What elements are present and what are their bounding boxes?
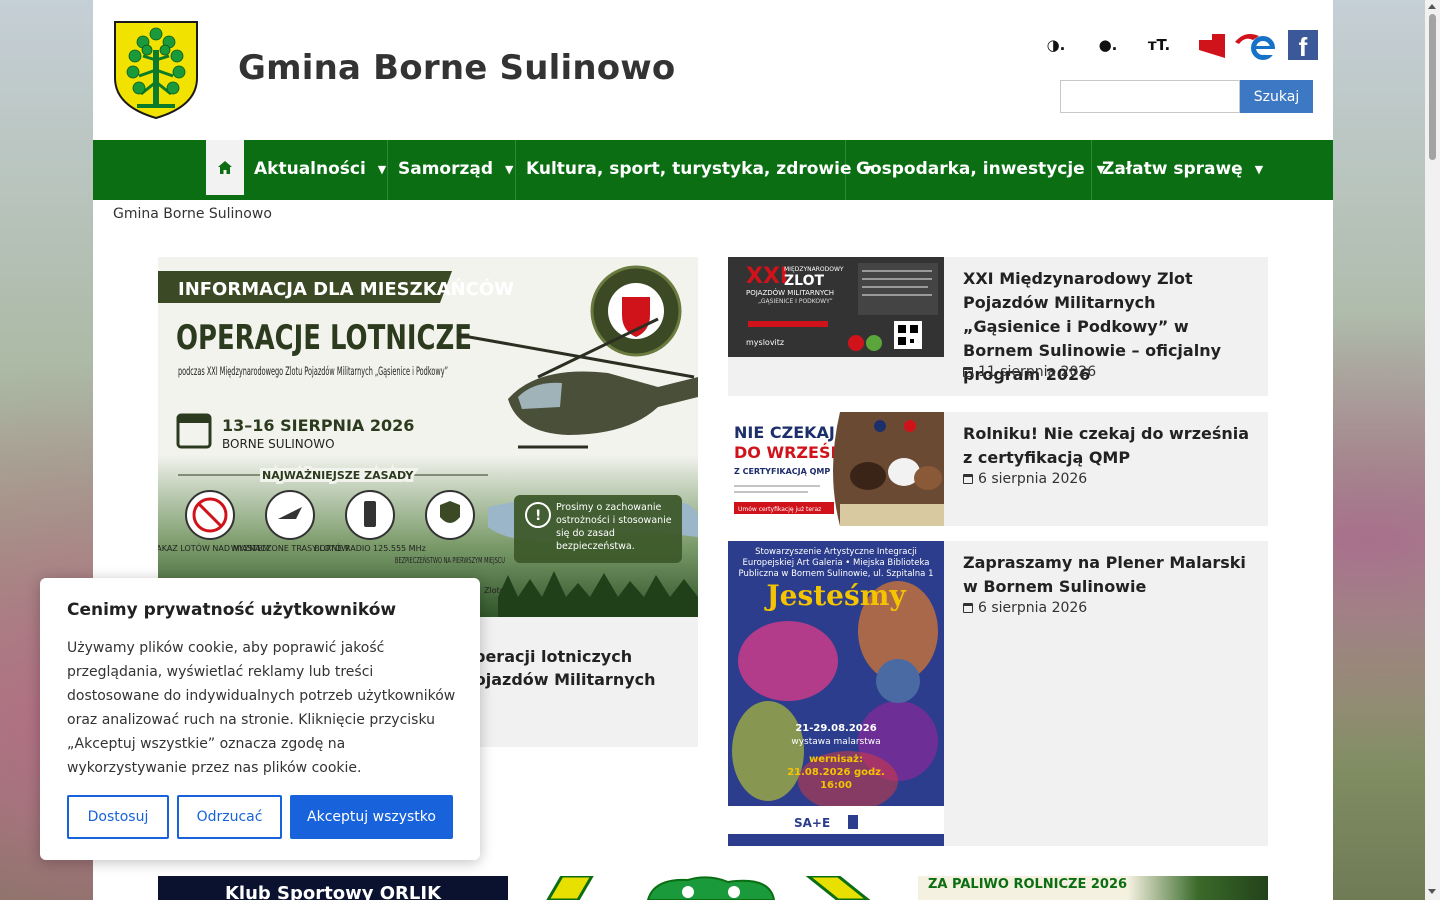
event-place: BORNE SULINOWO — [222, 437, 335, 451]
news-title[interactable]: Rolniku! Nie czekaj do września z certyf… — [963, 422, 1258, 470]
nav-item-kultura[interactable]: Kultura, sport, turystyka, zdrowie ▼ — [516, 140, 872, 200]
rule-label: BEZPIECZEŃSTWO NA PIERWSZYM MIEJSCU — [395, 554, 505, 565]
headline: OPERACJE LOTNICZE — [176, 318, 472, 358]
nav-item-label: Gospodarka, inwestycje — [856, 159, 1085, 179]
news-item[interactable]: Stowarzyszenie Artystyczne Integracji Eu… — [728, 541, 1268, 846]
featured-article-image[interactable]: INFORMACJA DLA MIESZKAŃCÓW OPERACJE LOTN… — [158, 257, 698, 617]
bip-icon[interactable]: bip — [1197, 30, 1227, 60]
event-dates: 13–16 SIERPNIA 2026 — [222, 416, 414, 435]
thumb-line: ZLOT — [784, 273, 824, 289]
nav-item-label: Samorząd — [398, 159, 494, 179]
caret-down-icon: ▼ — [1254, 163, 1264, 176]
banner-label: INFORMACJA DLA MIESZKAŃCÓW — [178, 278, 514, 300]
scrollbar-thumb[interactable] — [1429, 14, 1436, 160]
subline: podczas XXI Międzynarodowego Zlotu Pojaz… — [178, 364, 448, 378]
news-thumbnail[interactable]: XXI MIĘDZYNARODOWY ZLOT POJAZDÓW MILITAR… — [728, 257, 944, 357]
search-button[interactable]: Szukaj — [1240, 80, 1313, 113]
banner-orlik-label: Klub Sportowy ORLIK — [224, 883, 442, 900]
featured-article-title[interactable]: operacji lotniczych Pojazdów Militarnych — [463, 645, 683, 691]
site-title[interactable]: Gmina Borne Sulinowo — [238, 48, 675, 88]
thumb-line: „GĄSIENICE I PODKOWY” — [758, 298, 833, 305]
thumb-vernissage: wernisaż: 21.08.2026 godz. 16:00 — [787, 754, 885, 791]
thumb-line: MIĘDZYNARODOWY — [784, 266, 844, 273]
nav-item-label: Załatw sprawę — [1102, 159, 1243, 179]
thumb-word: Jesteśmy — [763, 579, 906, 612]
notice-text: Prosimy o zachowanie ostrożności i stoso… — [556, 502, 672, 552]
contrast-toggle-button[interactable]: ◑. — [1042, 32, 1070, 58]
news-date-text: 6 sierpnia 2026 — [978, 600, 1088, 616]
nav-item-zalatw-sprawe[interactable]: Załatw sprawę ▼ — [1092, 140, 1264, 200]
news-date: 11 sierpnia 2026 — [963, 364, 1096, 380]
news-date-text: 11 sierpnia 2026 — [978, 364, 1097, 380]
facebook-icon[interactable]: f — [1288, 30, 1318, 62]
news-date: 6 sierpnia 2026 — [963, 600, 1087, 616]
coat-of-arms-logo[interactable] — [113, 20, 199, 120]
scroll-down-arrow-icon[interactable] — [1428, 889, 1436, 894]
nav-item-samorzad[interactable]: Samorząd ▼ — [388, 140, 516, 200]
cookie-reject-button[interactable]: Odrzucać — [177, 795, 282, 839]
news-thumbnail[interactable]: NIE CZEKAJ DO WRZEŚNIA Z CERTYFIKACJĄ QM… — [728, 412, 944, 526]
thumb-line: POJAZDÓW MILITARNYCH — [746, 288, 834, 297]
scroll-up-arrow-icon[interactable] — [1428, 4, 1436, 9]
calendar-icon — [963, 603, 973, 613]
nav-item-gospodarka[interactable]: Gospodarka, inwestycje ▼ — [846, 140, 1105, 200]
breadcrumb[interactable]: Gmina Borne Sulinowo — [113, 206, 272, 222]
home-button[interactable] — [206, 140, 244, 195]
thumb-subtitle: wystawa malarstwa — [791, 737, 880, 747]
calendar-icon — [963, 474, 973, 484]
news-title[interactable]: Zapraszamy na Plener Malarski w Bornem S… — [963, 551, 1258, 599]
nav-item-label: Kultura, sport, turystyka, zdrowie — [526, 159, 852, 179]
nav-item-label: Aktualności — [254, 159, 366, 179]
cookie-consent-dialog: Cenimy prywatność użytkowników Używamy p… — [40, 578, 480, 860]
caret-down-icon: ▼ — [505, 163, 514, 176]
cookie-text: Używamy plików cookie, aby poprawić jako… — [67, 640, 456, 776]
home-icon — [218, 161, 232, 174]
thumb-brand: myslovitz — [746, 338, 784, 347]
cookie-title: Cenimy prywatność użytkowników — [67, 600, 397, 620]
news-thumbnail[interactable]: Stowarzyszenie Artystyczne Integracji Eu… — [728, 541, 944, 846]
news-item[interactable]: XXI MIĘDZYNARODOWY ZLOT POJAZDÓW MILITAR… — [728, 257, 1268, 396]
rule-label: BORNE RADIO 125.555 MHz — [314, 544, 426, 553]
ink-toggle-button[interactable]: ●. — [1094, 32, 1122, 58]
search-input[interactable] — [1060, 80, 1240, 113]
bip-label: bip — [1212, 33, 1224, 42]
page-scrollbar[interactable] — [1425, 0, 1440, 900]
thumb-cta: Umów certyfikację już teraz — [738, 506, 821, 513]
banner-orlik[interactable]: Klub Sportowy ORLIK — [158, 876, 508, 900]
calendar-icon — [963, 367, 973, 377]
svg-text:!: ! — [535, 508, 541, 524]
cookie-accept-all-button[interactable]: Akceptuj wszystko — [290, 795, 453, 839]
banner-sport-club[interactable] — [538, 876, 878, 900]
news-item[interactable]: NIE CZEKAJ DO WRZEŚNIA Z CERTYFIKACJĄ QM… — [728, 412, 1268, 526]
cookie-customize-button[interactable]: Dostosuj — [67, 795, 169, 839]
font-size-button[interactable]: тT. — [1145, 32, 1173, 58]
thumb-big: XXI — [746, 264, 788, 289]
thumb-line: NIE CZEKAJ — [734, 423, 835, 442]
news-date: 6 sierpnia 2026 — [963, 471, 1087, 487]
banner-paliwo-rolnicze[interactable]: ZA PALIWO ROLNICZE 2026 — [918, 876, 1268, 900]
thumb-dates: 21-29.08.2026 — [795, 723, 876, 734]
news-date-text: 6 sierpnia 2026 — [978, 471, 1088, 487]
thumb-line: Z CERTYFIKACJĄ QMP — [734, 467, 830, 476]
svg-text:SA+E: SA+E — [794, 816, 830, 830]
epuap-icon[interactable] — [1233, 28, 1279, 62]
banner-paliwo-label: ZA PALIWO ROLNICZE 2026 — [928, 877, 1128, 892]
rules-title: NAJWAŻNIEJSZE ZASADY — [262, 468, 414, 482]
main-navigation: Aktualności ▼ Samorząd ▼ Kultura, sport, t… — [93, 140, 1333, 200]
caret-down-icon: ▼ — [377, 163, 387, 176]
thumb-top: Stowarzyszenie Artystyczne Integracji Eu… — [738, 547, 934, 579]
nav-item-aktualnosci[interactable]: Aktualności ▼ — [244, 140, 388, 200]
